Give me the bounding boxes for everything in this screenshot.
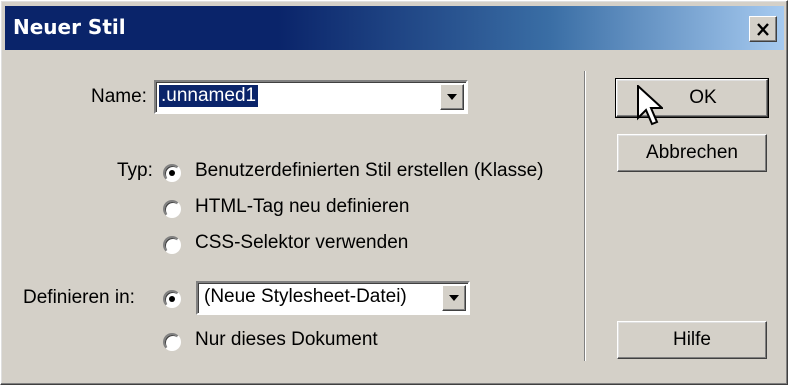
title-bar[interactable]: Neuer Stil [5, 6, 784, 50]
define-in-label: Definieren in: [23, 287, 135, 308]
stylesheet-select-value: (Neue Stylesheet-Datei) [204, 286, 407, 307]
dialog-title: Neuer Stil [13, 15, 126, 39]
radio-type-css-selector-label[interactable]: CSS-Selektor verwenden [195, 232, 408, 254]
help-button[interactable]: Hilfe [617, 321, 767, 359]
ok-button-label: OK [689, 87, 717, 108]
name-input[interactable]: .unnamed1 [159, 85, 259, 107]
close-button[interactable] [749, 16, 777, 42]
radio-type-class[interactable] [163, 164, 181, 182]
name-dropdown-button[interactable] [440, 84, 464, 110]
help-button-label: Hilfe [672, 329, 711, 350]
arrow-cursor-icon [637, 85, 663, 126]
radio-define-this-document-label[interactable]: Nur dieses Dokument [195, 329, 378, 351]
vertical-separator [584, 71, 586, 361]
cancel-button-label: Abbrechen [646, 142, 738, 163]
chevron-down-icon [449, 295, 459, 301]
close-icon [757, 22, 769, 36]
radio-define-this-document[interactable] [163, 333, 181, 351]
stylesheet-dropdown-button[interactable] [442, 285, 466, 311]
radio-define-new-file[interactable] [163, 290, 181, 308]
radio-type-css-selector[interactable] [163, 236, 181, 254]
radio-type-html-tag[interactable] [163, 200, 181, 218]
name-combobox[interactable]: .unnamed1 [154, 80, 468, 114]
type-label: Typ: [117, 160, 153, 181]
cancel-button[interactable]: Abbrechen [617, 134, 767, 172]
stylesheet-select[interactable]: (Neue Stylesheet-Datei) [196, 281, 470, 315]
radio-type-html-tag-label[interactable]: HTML-Tag neu definieren [195, 196, 409, 218]
chevron-down-icon [447, 94, 457, 100]
radio-type-class-label[interactable]: Benutzerdefinierten Stil erstellen (Klas… [195, 160, 544, 182]
new-style-dialog: Neuer Stil Name: .unnamed1 Typ: Benutzer… [0, 0, 788, 385]
name-label: Name: [91, 86, 147, 107]
